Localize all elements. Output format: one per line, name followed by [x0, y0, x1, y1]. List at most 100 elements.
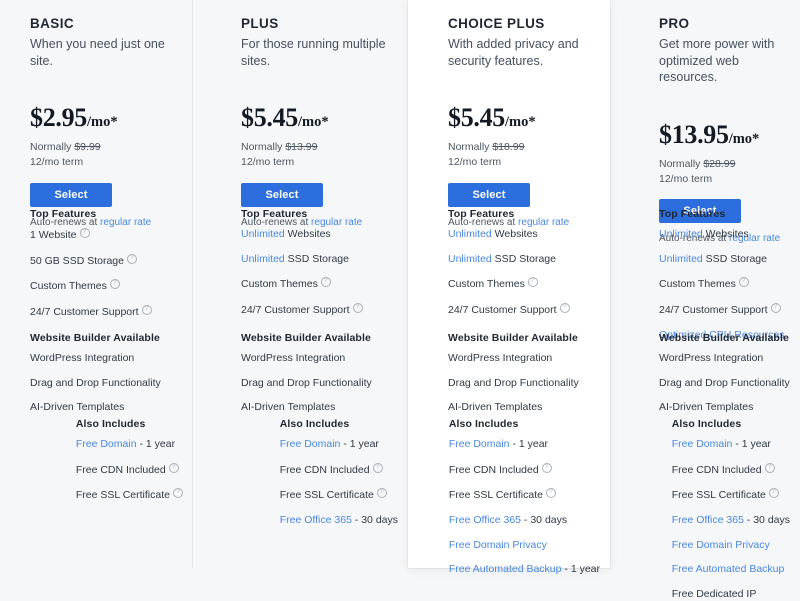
- feature-link[interactable]: Free Automated Backup: [672, 563, 785, 575]
- website-builder-title: Website Builder Available: [448, 332, 578, 344]
- feature-item[interactable]: Free Domain - 1 year: [672, 438, 790, 452]
- normally-label: Normally: [448, 141, 493, 154]
- info-icon[interactable]: [352, 302, 363, 313]
- feature-link[interactable]: Free Domain Privacy: [449, 539, 547, 551]
- info-icon[interactable]: [79, 228, 90, 238]
- feature-link[interactable]: Free Domain: [280, 438, 341, 450]
- normally-price-row: Normally $9.99: [30, 140, 181, 155]
- feature-link[interactable]: Free Domain: [76, 438, 137, 450]
- feature-label: Websites: [702, 228, 749, 240]
- feature-item[interactable]: Free Automated Backup - 1 year: [449, 563, 600, 577]
- info-icon[interactable]: [768, 488, 779, 499]
- info-icon[interactable]: [372, 462, 383, 473]
- feature-link[interactable]: Free Office 365: [672, 514, 744, 526]
- info-icon[interactable]: [545, 488, 556, 499]
- feature-item: AI-Driven Templates: [30, 401, 125, 414]
- select-button[interactable]: Select: [30, 182, 112, 207]
- plan-card-basic: BASIC When you need just one site. $2.95/m…: [0, 0, 193, 568]
- feature-label: 24/7 Customer Support: [30, 305, 139, 318]
- plan-term: 12/mo term: [448, 156, 502, 169]
- info-icon[interactable]: [527, 277, 538, 288]
- feature-item: 1 Website: [30, 228, 152, 243]
- info-icon[interactable]: [764, 462, 775, 473]
- feature-item: Free SSL Certificate: [280, 488, 398, 503]
- website-builder-list: WordPress Integration Drag and Drop Funct…: [448, 352, 579, 415]
- feature-item[interactable]: Free Automated Backup: [672, 563, 790, 577]
- plan-description: With added privacy and security features…: [448, 36, 579, 68]
- feature-item: Custom Themes: [241, 277, 363, 292]
- website-builder-section: Website Builder Available WordPress Integ…: [241, 332, 372, 415]
- select-button[interactable]: Select: [241, 182, 323, 207]
- info-icon[interactable]: [738, 277, 749, 288]
- info-icon[interactable]: [126, 253, 137, 264]
- feature-item[interactable]: Free Office 365 - 30 days: [449, 514, 600, 528]
- info-icon[interactable]: [109, 279, 120, 290]
- feature-item: 24/7 Customer Support: [659, 302, 784, 318]
- feature-item: Free CDN Included: [449, 462, 600, 478]
- feature-label: - 1 year: [340, 438, 379, 450]
- plan-name: BASIC: [30, 16, 75, 31]
- feature-item[interactable]: Free Domain - 1 year: [280, 438, 398, 452]
- plan-term: 12/mo term: [241, 156, 295, 169]
- feature-label: Custom Themes: [448, 278, 525, 291]
- plan-description: For those running multiple sites.: [241, 36, 386, 68]
- feature-link[interactable]: Unlimited: [241, 253, 285, 265]
- feature-item: WordPress Integration: [30, 352, 135, 364]
- also-includes-section: Also Includes Free Domain - 1 year Free CD…: [672, 418, 790, 601]
- feature-item[interactable]: Unlimited Websites: [659, 228, 784, 242]
- feature-label: Free SSL Certificate: [671, 489, 766, 502]
- info-icon[interactable]: [168, 462, 179, 473]
- feature-item: Custom Themes: [659, 277, 784, 292]
- top-features-list: Unlimited Websites Unlimited SSD Storage C…: [448, 228, 570, 318]
- feature-link[interactable]: Free Office 365: [280, 514, 352, 526]
- feature-item: 24/7 Customer Support: [448, 302, 570, 318]
- feature-item[interactable]: Unlimited SSD Storage: [448, 253, 570, 267]
- feature-label: - 1 year: [509, 438, 549, 450]
- normally-price-row: Normally $18.99: [448, 140, 596, 155]
- feature-link[interactable]: Free Automated Backup: [449, 563, 562, 575]
- info-icon[interactable]: [320, 277, 331, 288]
- feature-item[interactable]: Free Office 365 - 30 days: [280, 514, 398, 528]
- feature-item: Free SSL Certificate: [672, 488, 790, 503]
- feature-item: WordPress Integration: [448, 352, 553, 364]
- top-features-title: Top Features: [30, 208, 97, 220]
- feature-label: - 1 year: [732, 438, 771, 450]
- info-icon[interactable]: [770, 302, 781, 313]
- normally-price-row: Normally $28.99: [659, 157, 788, 172]
- select-button[interactable]: Select: [448, 182, 530, 207]
- feature-label: - 1 year: [561, 563, 600, 576]
- top-features-title: Top Features: [659, 208, 726, 220]
- plan-description: When you need just one site.: [30, 36, 165, 68]
- feature-item[interactable]: Free Domain Privacy: [449, 539, 600, 553]
- feature-link[interactable]: Free Domain: [449, 438, 510, 450]
- info-icon[interactable]: [559, 302, 570, 313]
- info-icon[interactable]: [141, 304, 152, 315]
- feature-link[interactable]: Unlimited: [241, 228, 285, 240]
- info-icon[interactable]: [173, 488, 183, 499]
- feature-link[interactable]: Unlimited: [448, 253, 492, 265]
- info-icon[interactable]: [376, 488, 387, 499]
- also-includes-list: Free Domain - 1 year Free CDN Included Fre…: [280, 438, 398, 528]
- info-icon[interactable]: [541, 462, 552, 473]
- normally-label: Normally: [30, 141, 75, 154]
- feature-item[interactable]: Free Domain - 1 year: [76, 438, 183, 452]
- feature-item: WordPress Integration: [241, 352, 346, 364]
- feature-link[interactable]: Free Domain Privacy: [672, 539, 770, 551]
- feature-item[interactable]: Free Domain Privacy: [672, 539, 790, 553]
- feature-item[interactable]: Unlimited Websites: [241, 228, 363, 242]
- feature-link[interactable]: Unlimited: [659, 253, 703, 265]
- feature-link[interactable]: Unlimited: [448, 228, 492, 240]
- feature-item[interactable]: Unlimited Websites: [448, 228, 570, 242]
- feature-item[interactable]: Free Office 365 - 30 days: [672, 514, 790, 528]
- feature-link[interactable]: Free Domain: [672, 438, 733, 450]
- feature-label: - 30 days: [521, 513, 568, 526]
- feature-item[interactable]: Unlimited SSD Storage: [659, 253, 784, 267]
- feature-link[interactable]: Unlimited: [659, 228, 703, 240]
- feature-item[interactable]: Unlimited SSD Storage: [241, 253, 363, 267]
- price-period: /mo*: [298, 114, 329, 131]
- feature-link[interactable]: Free Office 365: [449, 514, 521, 526]
- plan-term: 12/mo term: [659, 172, 713, 185]
- top-features-section: Top Features Unlimited Websites Unlimited …: [241, 208, 363, 318]
- feature-item[interactable]: Free Domain - 1 year: [449, 438, 600, 452]
- normally-price: $28.99: [703, 157, 736, 170]
